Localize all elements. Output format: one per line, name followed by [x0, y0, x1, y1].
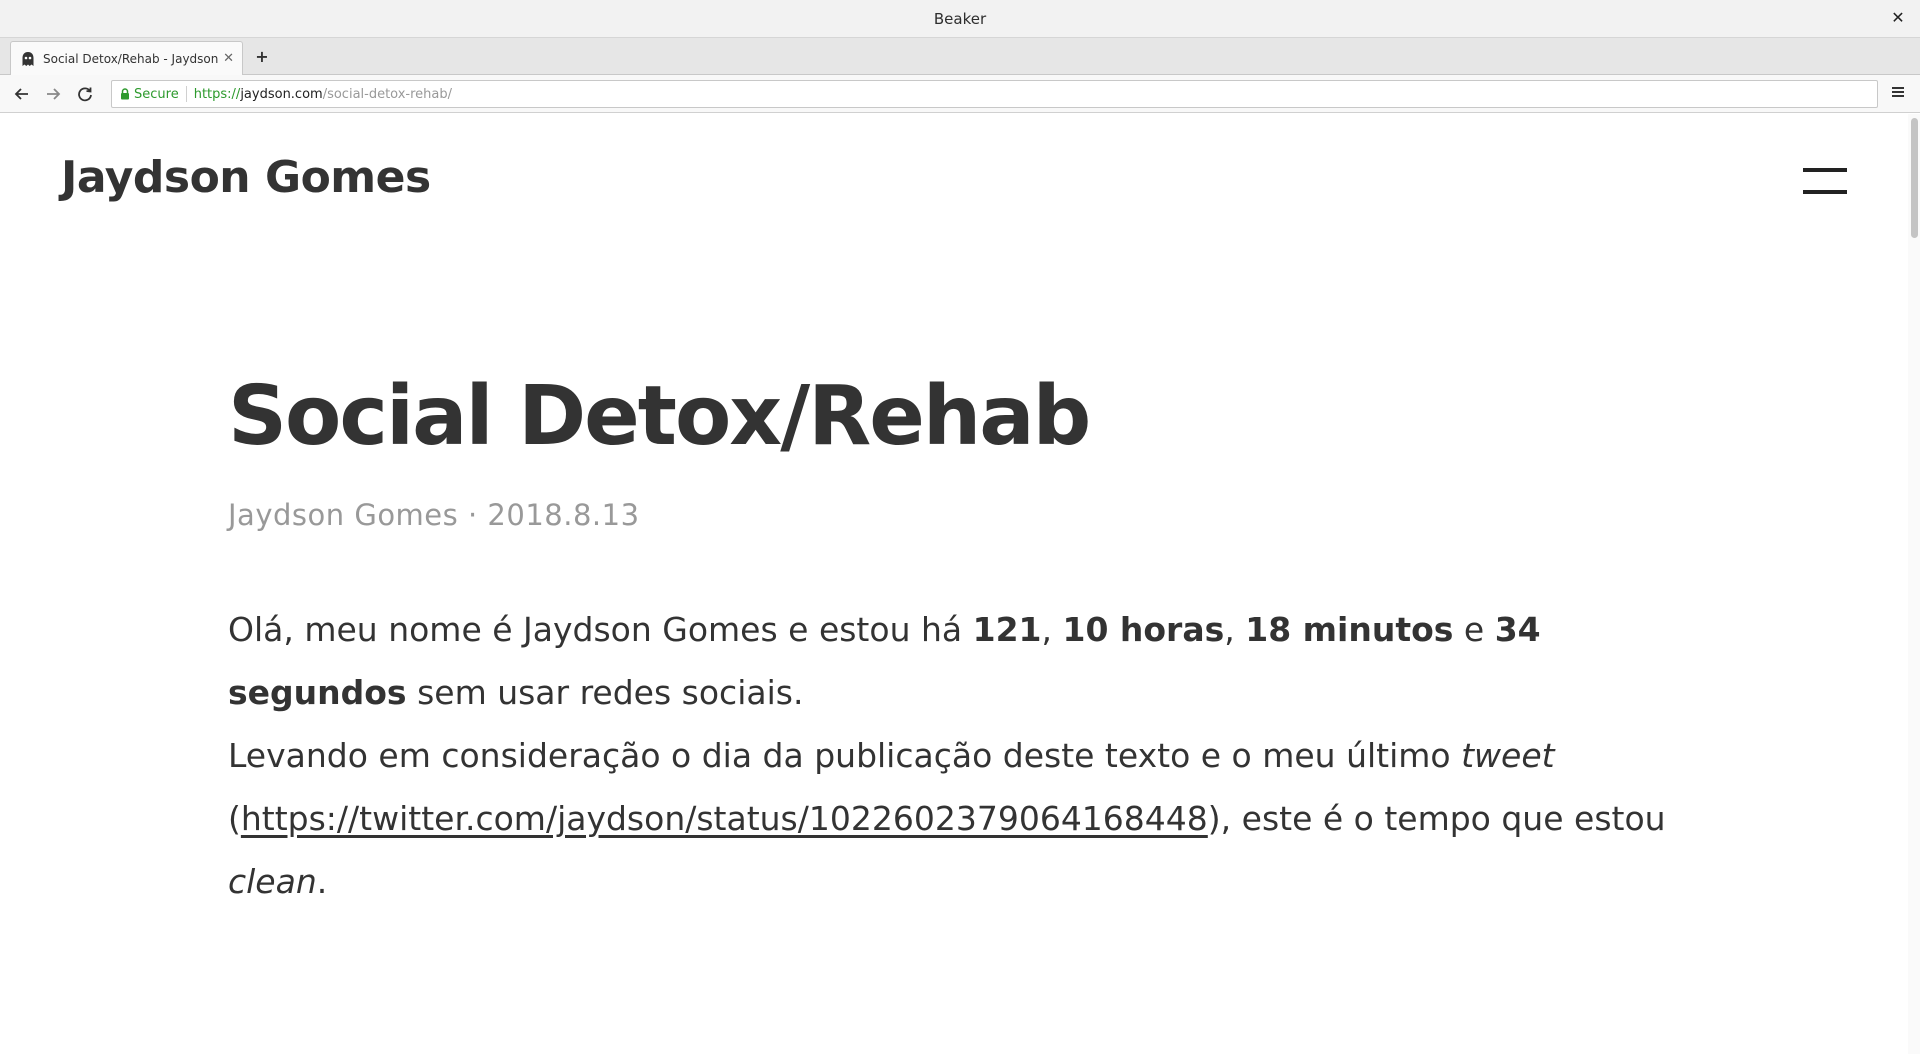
- arrow-right-icon: [47, 88, 61, 100]
- window-titlebar: Beaker ✕: [0, 0, 1920, 38]
- post-author: Jaydson Gomes: [228, 498, 459, 532]
- days-count: 121: [972, 610, 1042, 649]
- secure-label: Secure: [134, 86, 179, 102]
- p1-comma-2: ,: [1224, 610, 1246, 649]
- ghost-favicon-icon: [21, 51, 35, 67]
- p2-open-paren: (: [228, 799, 241, 838]
- p1-and: e: [1453, 610, 1495, 649]
- url-host: jaydson.com: [240, 86, 323, 102]
- window-title: Beaker: [933, 9, 987, 28]
- post-date: 2018.8.13: [487, 498, 640, 532]
- reload-button[interactable]: [75, 84, 95, 104]
- tab-active[interactable]: Social Detox/Rehab - Jaydson G... ✕: [10, 41, 243, 75]
- url-divider: [185, 86, 187, 102]
- paragraph-2: Levando em consideração o dia da publica…: [228, 724, 1688, 913]
- arrow-left-icon: [14, 88, 28, 100]
- tab-strip: Social Detox/Rehab - Jaydson G... ✕ +: [0, 38, 1920, 75]
- menu-bar-top: [1803, 168, 1847, 172]
- tab-label: Social Detox/Rehab - Jaydson G...: [43, 51, 221, 66]
- post-meta: Jaydson Gomes · 2018.8.13: [228, 498, 640, 532]
- p1-comma-1: ,: [1041, 610, 1063, 649]
- minutes-count: 18 minutos: [1245, 610, 1454, 649]
- paragraph-1: Olá, meu nome é Jaydson Gomes e estou há…: [228, 598, 1688, 724]
- url-path: /social-detox-rehab/: [322, 86, 453, 102]
- page-scrollbar[interactable]: [1908, 114, 1920, 1054]
- tweet-link[interactable]: https://twitter.com/jaydson/status/10226…: [241, 799, 1208, 838]
- post-title: Social Detox/Rehab: [228, 369, 1091, 464]
- back-button[interactable]: [12, 84, 32, 104]
- site-title-link[interactable]: Jaydson Gomes: [61, 152, 431, 203]
- p2-period: .: [316, 862, 328, 901]
- page-content: Jaydson Gomes Social Detox/Rehab Jaydson…: [0, 114, 1920, 1054]
- p1-outro: sem usar redes sociais.: [406, 673, 804, 712]
- new-tab-button[interactable]: +: [252, 47, 272, 67]
- reload-icon: [78, 87, 92, 102]
- meta-separator: ·: [467, 498, 478, 532]
- scrollbar-thumb[interactable]: [1911, 118, 1918, 238]
- window-close-icon[interactable]: ✕: [1888, 8, 1908, 28]
- menu-bar-bottom: [1803, 190, 1847, 194]
- tab-close-icon[interactable]: ✕: [223, 51, 234, 66]
- p2-after-link: ), este é o tempo que estou: [1207, 799, 1666, 838]
- browser-menu-button[interactable]: [1890, 84, 1910, 104]
- site-menu-icon[interactable]: [1803, 168, 1847, 198]
- menu-icon: [1892, 87, 1904, 97]
- tweet-word: tweet: [1461, 736, 1555, 775]
- lock-icon: [120, 88, 130, 100]
- nav-bar: Secure https://jaydson.com/social-detox-…: [0, 75, 1920, 113]
- url-bar[interactable]: Secure https://jaydson.com/social-detox-…: [111, 80, 1878, 108]
- hours-count: 10 horas: [1062, 610, 1225, 649]
- post-body: Olá, meu nome é Jaydson Gomes e estou há…: [228, 598, 1688, 913]
- p1-intro: Olá, meu nome é Jaydson Gomes e estou há: [228, 610, 973, 649]
- clean-word: clean: [228, 862, 317, 901]
- url-scheme: https://: [193, 86, 241, 102]
- forward-button[interactable]: [43, 84, 63, 104]
- p2-intro: Levando em consideração o dia da publica…: [228, 736, 1462, 775]
